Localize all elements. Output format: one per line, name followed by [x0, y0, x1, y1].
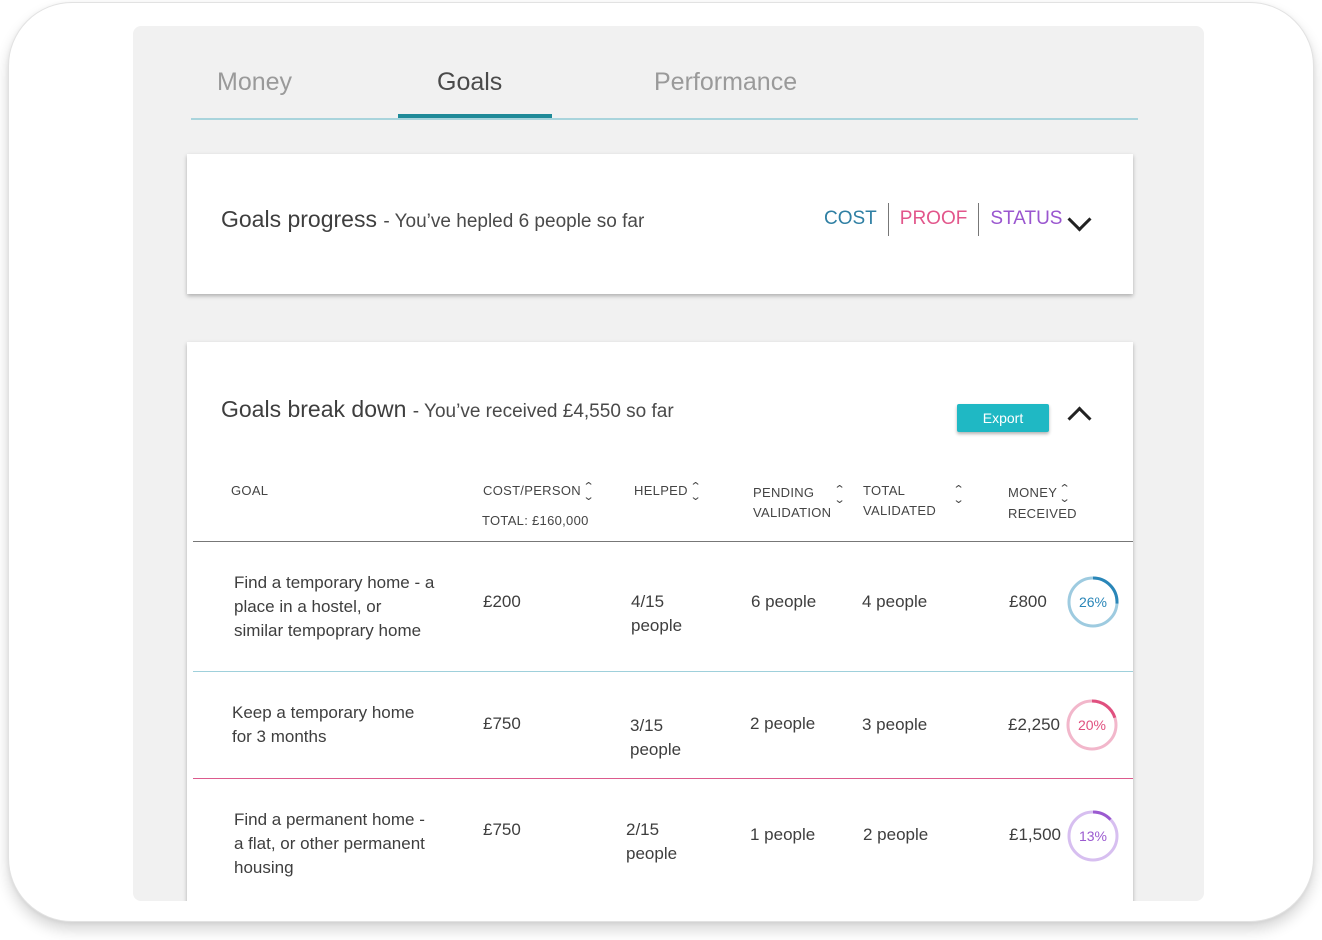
goals-breakdown-heading: Goals break down - You’ve received £4,55… [221, 396, 674, 423]
validated-cell: 3 people [862, 715, 928, 734]
progress-percent: 20% [1077, 717, 1107, 733]
helped-line: 2/15 [626, 820, 660, 839]
sort-icon[interactable]: ⌃ ⌄ [689, 481, 701, 502]
legend-status[interactable]: STATUS [979, 208, 1073, 230]
helped-line: 3/15 [630, 716, 664, 735]
column-header-helped[interactable]: HELPED ⌃ ⌄ [634, 481, 701, 502]
legend-proof[interactable]: PROOF [889, 208, 979, 230]
helped-line: people [631, 616, 683, 635]
helped-cell: 3/15 people [630, 714, 681, 762]
validated-cell: 2 people [863, 825, 929, 844]
goal-line: place in a hostel, or [234, 597, 382, 616]
goals-breakdown-card: Goals break down - You’ve received £4,55… [187, 342, 1133, 901]
column-header-pending-line1: PENDING [753, 485, 815, 500]
helped-line: people [626, 844, 678, 863]
column-header-validated[interactable]: TOTAL VALIDATED [863, 481, 936, 521]
pending-cell: 2 people [750, 714, 816, 733]
progress-ring: 26% [1066, 575, 1120, 629]
column-header-cost-label: COST/PERSON [483, 483, 581, 498]
column-header-money[interactable]: MONEY ⌃ ⌄ RECEIVED [1008, 483, 1077, 524]
goal-description: Find a permanent home - a flat, or other… [234, 808, 425, 880]
cost-total: TOTAL: £160,000 [482, 513, 589, 528]
goal-line: Find a permanent home - [234, 810, 425, 829]
goal-line: Find a temporary home - a [234, 573, 435, 592]
column-header-pending[interactable]: PENDING VALIDATION [753, 483, 831, 523]
column-header-helped-label: HELPED [634, 483, 688, 498]
tab-money[interactable]: Money [217, 68, 292, 97]
goal-description: Find a temporary home - a place in a hos… [234, 571, 434, 643]
cost-cell: £200 [483, 592, 521, 611]
progress-ring: 13% [1066, 809, 1120, 863]
legend-cost[interactable]: COST [813, 208, 888, 230]
goals-progress-heading: Goals progress - You’ve hepled 6 people … [221, 206, 644, 233]
sort-icon[interactable]: ⌃ ⌄ [834, 485, 846, 506]
goals-progress-card: Goals progress - You’ve hepled 6 people … [187, 154, 1133, 294]
progress-percent: 26% [1078, 594, 1108, 610]
goal-line: a flat, or other permanent [234, 834, 425, 853]
pending-cell: 6 people [751, 592, 817, 611]
column-header-money-line1: MONEY [1008, 485, 1058, 500]
column-header-validated-line2: VALIDATED [863, 503, 937, 518]
validated-cell: 4 people [862, 592, 928, 611]
goal-line: Keep a temporary home [232, 703, 415, 722]
goals-progress-subtitle: - You’ve hepled 6 people so far [383, 211, 645, 232]
goals-breakdown-subtitle: - You’ve received £4,550 so far [412, 401, 674, 422]
column-header-validated-line1: TOTAL [863, 483, 906, 498]
sort-icon[interactable]: ⌃ ⌄ [953, 485, 965, 506]
tab-performance[interactable]: Performance [654, 68, 797, 97]
goals-progress-title: Goals progress [221, 206, 377, 232]
column-header-pending-line2: VALIDATION [753, 505, 832, 520]
money-cell: £1,500 [1009, 825, 1061, 844]
cost-cell: £750 [483, 714, 521, 733]
goal-description: Keep a temporary home for 3 months [232, 701, 414, 749]
column-header-goal: GOAL [231, 483, 269, 498]
progress-ring: 20% [1065, 698, 1119, 752]
money-cell: £2,250 [1008, 715, 1060, 734]
money-cell: £800 [1009, 592, 1047, 611]
column-header-money-line2: RECEIVED [1008, 505, 1077, 521]
table-row[interactable]: Find a temporary home - a place in a hos… [187, 542, 1133, 672]
pending-cell: 1 people [750, 825, 816, 844]
chevron-up-icon[interactable] [1067, 406, 1092, 431]
sort-icon[interactable]: ⌃ ⌄ [1059, 483, 1071, 504]
progress-percent: 13% [1078, 828, 1108, 844]
cost-cell: £750 [483, 820, 521, 839]
tablet-frame: Money Goals Performance Goals progress -… [8, 2, 1314, 922]
helped-line: people [630, 740, 682, 759]
export-button[interactable]: Export [957, 404, 1049, 432]
table-row[interactable]: Find a permanent home - a flat, or other… [187, 779, 1133, 901]
goal-line: similar tempoprary home [234, 621, 422, 640]
goals-breakdown-title: Goals break down [221, 396, 407, 422]
goal-line: for 3 months [232, 727, 327, 746]
table-row[interactable]: Keep a temporary home for 3 months £750 … [187, 672, 1133, 779]
goal-line: housing [234, 858, 294, 877]
progress-legend: COST PROOF STATUS [813, 202, 1073, 236]
sort-icon[interactable]: ⌃ ⌄ [583, 481, 595, 502]
tab-bar: Money Goals Performance [191, 26, 1138, 120]
helped-line: 4/15 [631, 592, 665, 611]
column-header-cost[interactable]: COST/PERSON ⌃ ⌄ [483, 481, 595, 502]
helped-cell: 4/15 people [631, 590, 682, 638]
active-tab-indicator [398, 114, 552, 118]
helped-cell: 2/15 people [626, 818, 677, 866]
tab-goals[interactable]: Goals [437, 68, 502, 97]
app-screen: Money Goals Performance Goals progress -… [133, 26, 1204, 901]
